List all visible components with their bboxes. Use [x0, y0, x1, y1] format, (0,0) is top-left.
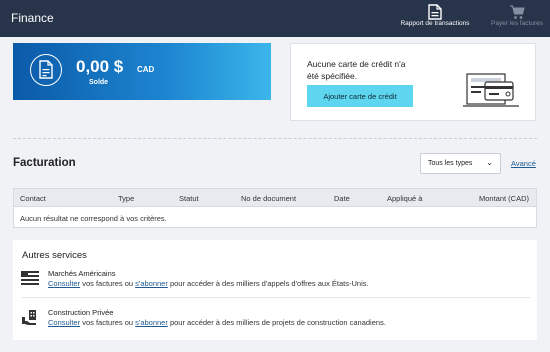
col-amount[interactable]: Montant (CAD) — [479, 194, 529, 203]
credit-card-reader-icon — [463, 73, 519, 107]
balance-label: Solde — [89, 79, 109, 86]
invoice-icon — [30, 54, 62, 86]
transaction-report-button[interactable]: Rapport de transactions — [398, 4, 472, 27]
chevron-down-icon: ⌄ — [486, 158, 493, 167]
consult-link[interactable]: Consulter — [48, 318, 80, 327]
balance-currency: CAD — [137, 65, 155, 74]
service-description: Consulter vos factures ou s'abonner pour… — [48, 318, 386, 327]
subscribe-link[interactable]: s'abonner — [135, 279, 168, 288]
other-services-panel: Autres services Marchés Américains Consu… — [13, 240, 537, 340]
no-credit-card-message: Aucune carte de crédit n'a été spécifiée… — [307, 59, 406, 81]
top-bar: Finance Rapport de transactions Payer le… — [0, 0, 550, 37]
col-date[interactable]: Date — [334, 194, 350, 203]
us-flag-icon — [21, 271, 39, 285]
col-status[interactable]: Statut — [179, 194, 199, 203]
service-name: Marchés Américains — [48, 269, 116, 278]
other-services-title: Autres services — [22, 250, 87, 261]
add-credit-card-button[interactable]: Ajouter carte de crédit — [307, 85, 413, 107]
service-description: Consulter vos factures ou s'abonner pour… — [48, 279, 369, 288]
section-divider — [13, 138, 537, 139]
type-filter-value: Tous les types — [428, 160, 473, 167]
transaction-report-label: Rapport de transactions — [400, 20, 470, 27]
empty-results-message: Aucun résultat ne correspond à vos critè… — [20, 214, 167, 223]
table-header: Contact Type Statut No de document Date … — [14, 189, 536, 207]
col-document-no[interactable]: No de document — [241, 194, 296, 203]
document-icon — [428, 4, 442, 20]
cart-icon — [510, 5, 525, 19]
col-applied-to[interactable]: Appliqué à — [387, 194, 422, 203]
balance-amount: 0,00 $ — [76, 57, 124, 76]
col-contact[interactable]: Contact — [20, 194, 46, 203]
billing-title: Facturation — [13, 157, 76, 169]
advanced-search-link[interactable]: Avancé — [511, 159, 536, 168]
credit-card-panel: Aucune carte de crédit n'a été spécifiée… — [290, 43, 536, 121]
building-hand-icon — [22, 310, 36, 325]
type-filter-select[interactable]: Tous les types ⌄ — [420, 153, 501, 174]
col-type[interactable]: Type — [118, 194, 134, 203]
pay-invoices-label: Payer les factures — [490, 20, 544, 27]
billing-table: Contact Type Statut No de document Date … — [13, 188, 537, 228]
consult-link[interactable]: Consulter — [48, 279, 80, 288]
service-name: Construction Privée — [48, 308, 114, 317]
page-title: Finance — [11, 11, 54, 25]
service-divider — [22, 297, 530, 298]
subscribe-link[interactable]: s'abonner — [135, 318, 168, 327]
pay-invoices-button[interactable]: Payer les factures — [487, 4, 547, 27]
balance-card: 0,00 $ CAD Solde — [13, 43, 271, 100]
